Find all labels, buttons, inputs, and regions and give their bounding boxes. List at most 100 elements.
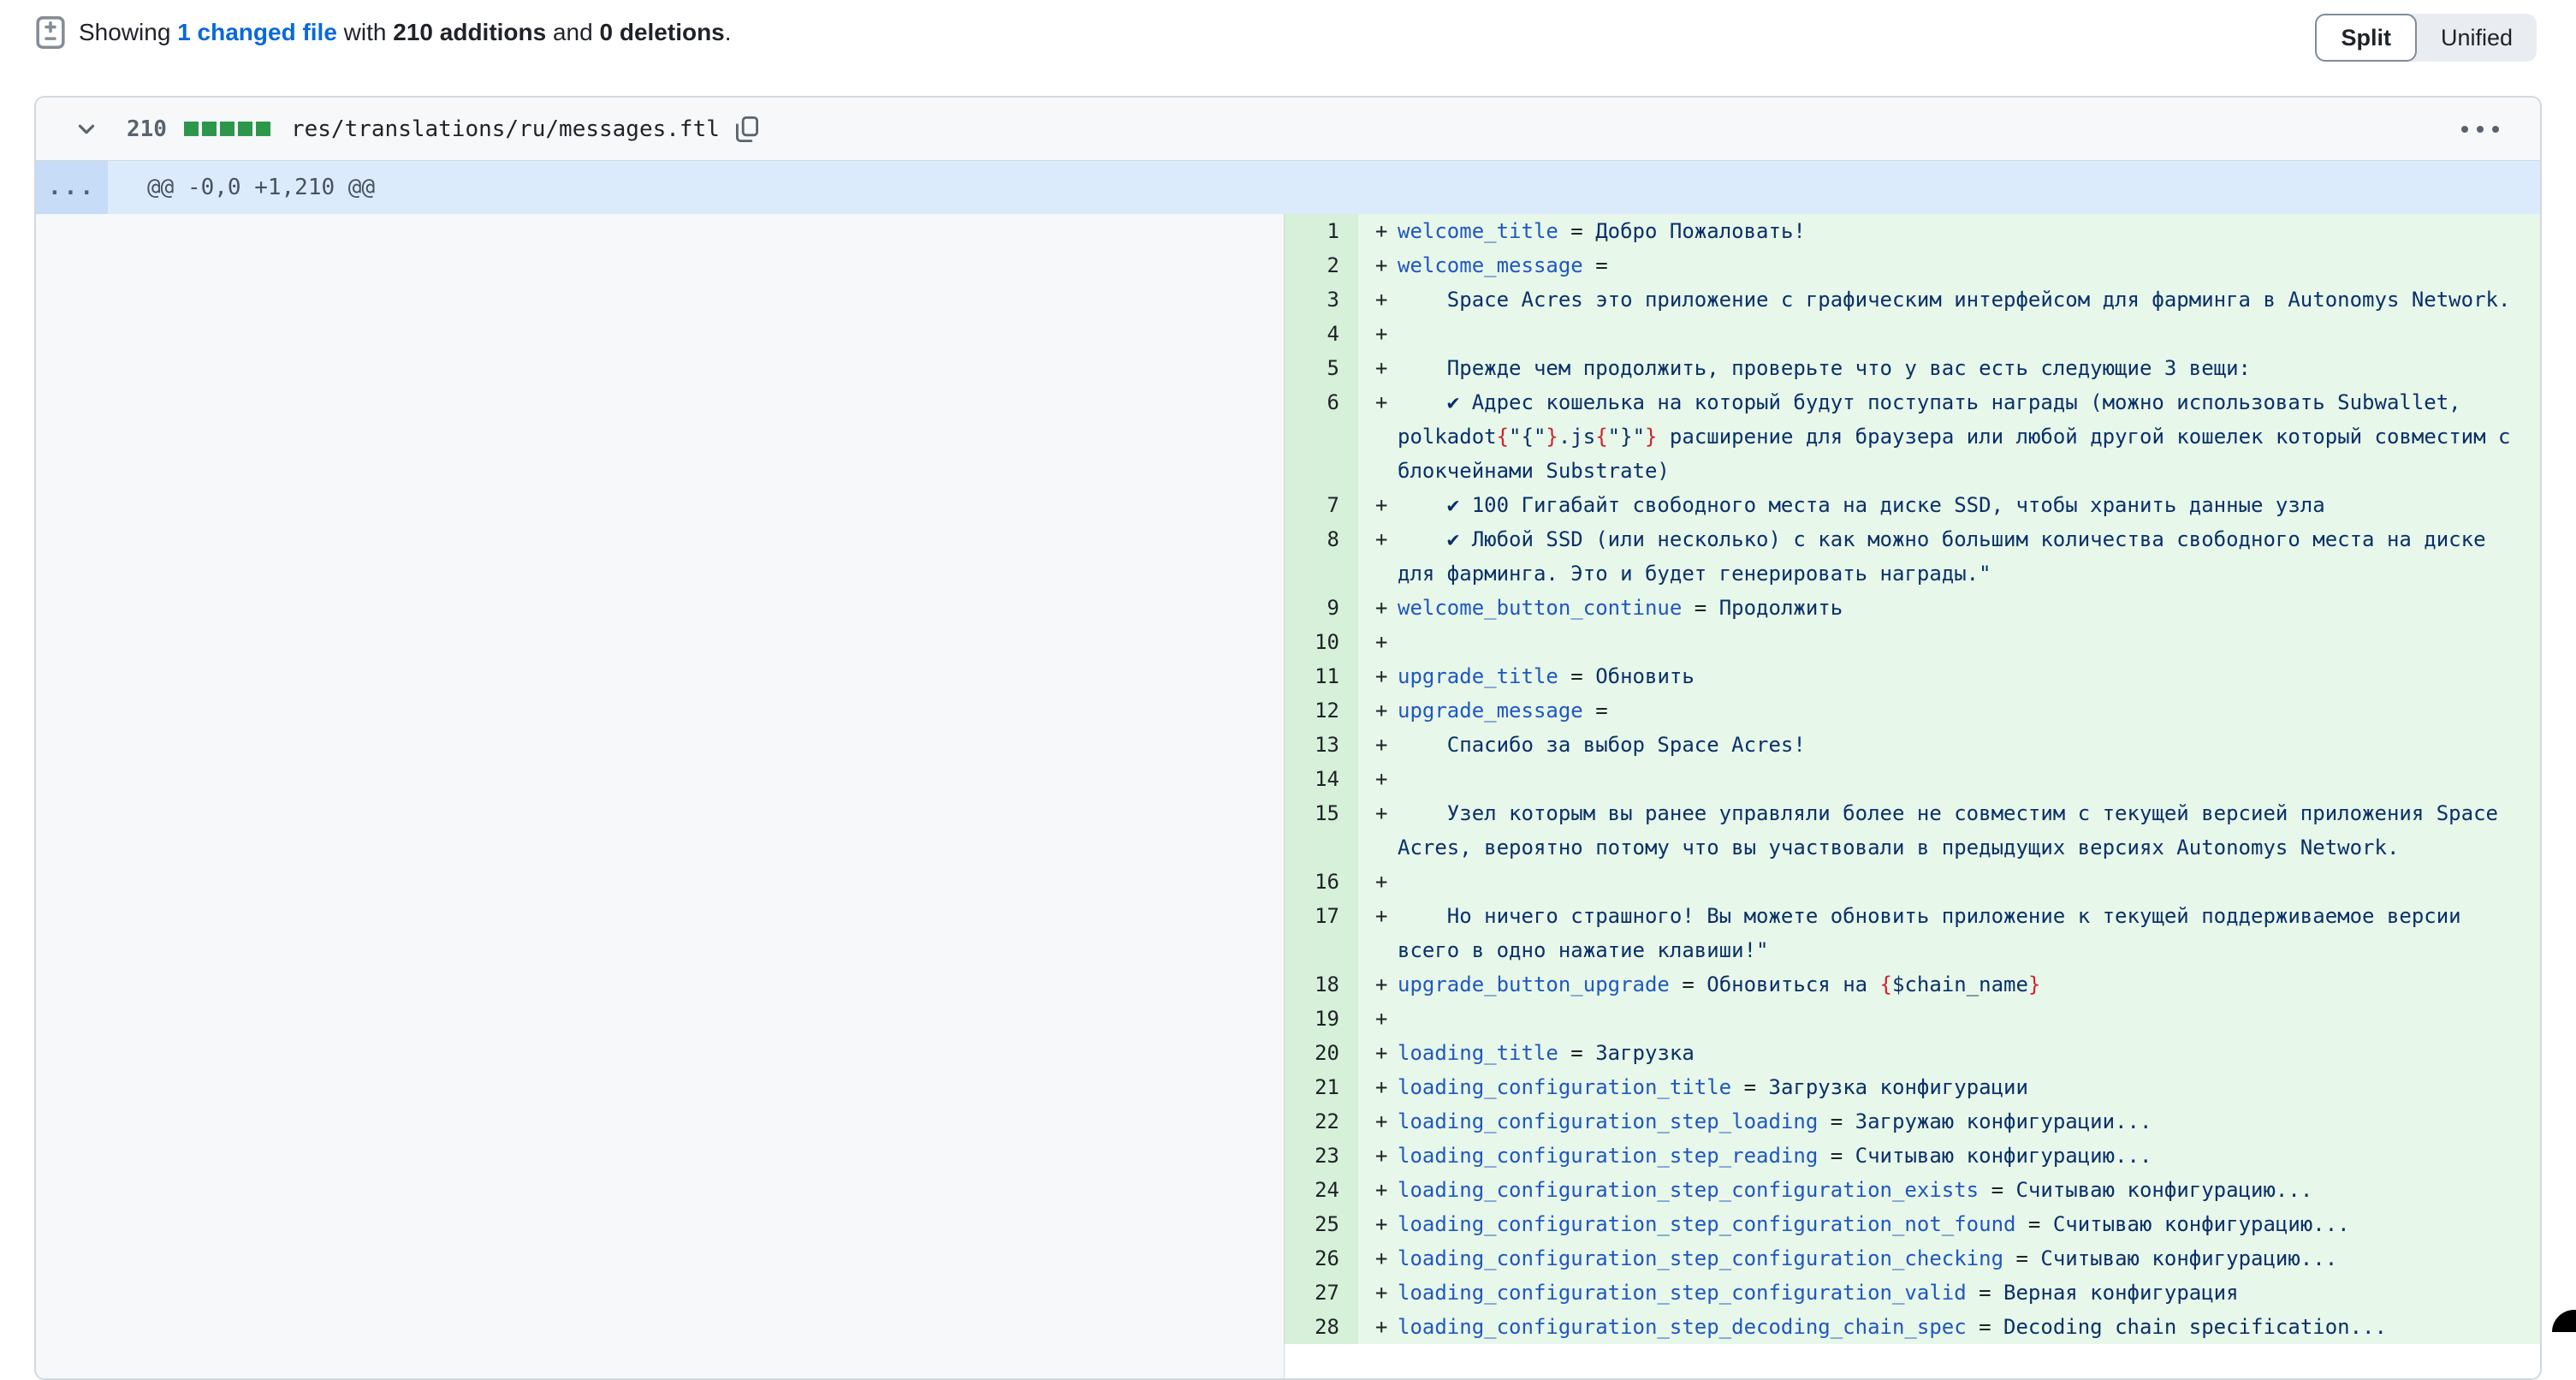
code-line: ✔ Любой SSD (или несколько) с как можно … — [1398, 522, 2540, 591]
line-number[interactable]: 9 — [1285, 591, 1358, 625]
code-token-red: { — [1595, 425, 1607, 449]
line-number[interactable]: 14 — [1285, 762, 1358, 796]
code-token-red: } — [1645, 425, 1657, 449]
split-view-button[interactable]: Split — [2315, 14, 2417, 62]
line-number[interactable]: 11 — [1285, 659, 1358, 693]
code-token-key: loading_configuration_step_decoding_chai… — [1398, 1315, 1967, 1339]
code-token-plain: = — [1979, 1178, 2015, 1202]
line-number[interactable]: 20 — [1285, 1036, 1358, 1070]
line-number[interactable]: 10 — [1285, 625, 1358, 659]
line-number[interactable]: 3 — [1285, 283, 1358, 317]
line-number[interactable]: 16 — [1285, 865, 1358, 899]
code-token-red: } — [2028, 973, 2040, 996]
code-token-value: Прежде чем продолжить, проверьте что у в… — [1398, 356, 2251, 380]
code-line: loading_configuration_step_reading = Счи… — [1398, 1139, 2540, 1173]
code-token-key: upgrade_button_upgrade — [1398, 973, 1670, 996]
code-line — [1398, 865, 2540, 899]
changed-lines-count: 210 — [127, 116, 167, 142]
chevron-down-icon[interactable] — [74, 116, 99, 142]
diffstat-addition-square — [184, 122, 199, 136]
diff-row-added: 27+loading_configuration_step_configurat… — [1285, 1276, 2540, 1310]
diff-row-added: 1+welcome_title = Добро Пожаловать! — [1285, 214, 2540, 248]
code-line: welcome_button_continue = Продолжить — [1398, 591, 2540, 625]
code-token-value: Верная конфигурация — [2003, 1281, 2239, 1305]
line-number[interactable]: 25 — [1285, 1207, 1358, 1241]
diff-row-added: 14+ — [1285, 762, 2540, 796]
diff-row-added: 23+loading_configuration_step_reading = … — [1285, 1139, 2540, 1173]
diff-row-added: 2+welcome_message = — [1285, 248, 2540, 283]
code-token-value: Спасибо за выбор Space Acres! — [1398, 733, 1806, 757]
code-line: loading_configuration_step_decoding_chai… — [1398, 1310, 2540, 1344]
code-token-key: welcome_title — [1398, 219, 1558, 243]
cursor-artifact — [2552, 1310, 2576, 1332]
diff-sign: + — [1358, 1276, 1398, 1310]
line-number[interactable]: 17 — [1285, 899, 1358, 967]
diff-row-added: 7+ ✔ 100 Гигабайт свободного места на ди… — [1285, 488, 2540, 522]
code-token-plain: = — [2003, 1246, 2040, 1270]
code-line — [1398, 317, 2540, 351]
code-line: ✔ 100 Гигабайт свободного места на диске… — [1398, 488, 2540, 522]
code-token-key: welcome_button_continue — [1398, 596, 1682, 620]
line-number[interactable]: 7 — [1285, 488, 1358, 522]
line-number[interactable]: 2 — [1285, 248, 1358, 283]
code-token-key: loading_configuration_step_configuration… — [1398, 1178, 1979, 1202]
diff-row-added: 13+ Спасибо за выбор Space Acres! — [1285, 728, 2540, 762]
line-number[interactable]: 8 — [1285, 522, 1358, 591]
diff-pane-old-empty — [36, 214, 1285, 1380]
code-token-value: Считываю конфигурацию... — [2040, 1246, 2337, 1270]
diff-row-added: 12+upgrade_message = — [1285, 693, 2540, 728]
summary-with: with — [337, 19, 393, 45]
kebab-menu-icon[interactable] — [2453, 117, 2508, 141]
code-token-value: Считываю конфигурацию... — [2015, 1178, 2312, 1202]
code-token-value: Decoding chain specification... — [2003, 1315, 2387, 1339]
copy-icon[interactable] — [733, 116, 761, 143]
diff-sign: + — [1358, 1310, 1398, 1344]
summary-prefix: Showing — [79, 19, 177, 45]
code-line — [1398, 762, 2540, 796]
code-line: ✔ Адрес кошелька на который будут поступ… — [1398, 385, 2540, 488]
code-token-plain: = — [1558, 1041, 1595, 1065]
line-number[interactable]: 6 — [1285, 385, 1358, 488]
diff-sign: + — [1358, 283, 1398, 317]
line-number[interactable]: 5 — [1285, 351, 1358, 385]
code-line: Но ничего страшного! Вы можете обновить … — [1398, 899, 2540, 967]
line-number[interactable]: 24 — [1285, 1173, 1358, 1207]
code-token-value: Обновить — [1595, 664, 1695, 688]
code-line: loading_configuration_step_loading = Заг… — [1398, 1104, 2540, 1139]
code-token-value: Но ничего страшного! Вы можете обновить … — [1398, 904, 2473, 962]
code-line: welcome_message = — [1398, 248, 2540, 283]
code-line: Спасибо за выбор Space Acres! — [1398, 728, 2540, 762]
code-token-plain: = — [1731, 1075, 1768, 1099]
code-line — [1398, 625, 2540, 659]
line-number[interactable]: 18 — [1285, 967, 1358, 1002]
line-number[interactable]: 28 — [1285, 1310, 1358, 1344]
line-number[interactable]: 12 — [1285, 693, 1358, 728]
line-number[interactable]: 23 — [1285, 1139, 1358, 1173]
diff-row-added: 26+loading_configuration_step_configurat… — [1285, 1241, 2540, 1276]
line-number[interactable]: 4 — [1285, 317, 1358, 351]
unified-view-button[interactable]: Unified — [2417, 14, 2537, 62]
line-number[interactable]: 19 — [1285, 1002, 1358, 1036]
hunk-header-text: @@ -0,0 +1,210 @@ — [108, 161, 2540, 214]
diff-sign: + — [1358, 1036, 1398, 1070]
code-line: Space Acres это приложение с графическим… — [1398, 283, 2540, 317]
line-number[interactable]: 22 — [1285, 1104, 1358, 1139]
code-token-value: Space Acres это приложение с графическим… — [1398, 288, 2510, 312]
diff-sign: + — [1358, 659, 1398, 693]
diff-sign: + — [1358, 762, 1398, 796]
diff-row-added: 21+loading_configuration_title = Загрузк… — [1285, 1070, 2540, 1104]
line-number[interactable]: 27 — [1285, 1276, 1358, 1310]
line-number[interactable]: 15 — [1285, 796, 1358, 865]
summary-and: and — [546, 19, 599, 45]
code-token-value: .js — [1558, 425, 1595, 449]
changed-file-link[interactable]: 1 changed file — [177, 19, 337, 45]
code-line — [1398, 1002, 2540, 1036]
line-number[interactable]: 13 — [1285, 728, 1358, 762]
code-token-value: Загружаю конфигурации... — [1855, 1109, 2152, 1133]
code-token-red: } — [1546, 425, 1558, 449]
line-number[interactable]: 1 — [1285, 214, 1358, 248]
expand-hunk-button[interactable]: ... — [36, 161, 108, 214]
line-number[interactable]: 26 — [1285, 1241, 1358, 1276]
line-number[interactable]: 21 — [1285, 1070, 1358, 1104]
code-token-key: welcome_message — [1398, 253, 1583, 277]
